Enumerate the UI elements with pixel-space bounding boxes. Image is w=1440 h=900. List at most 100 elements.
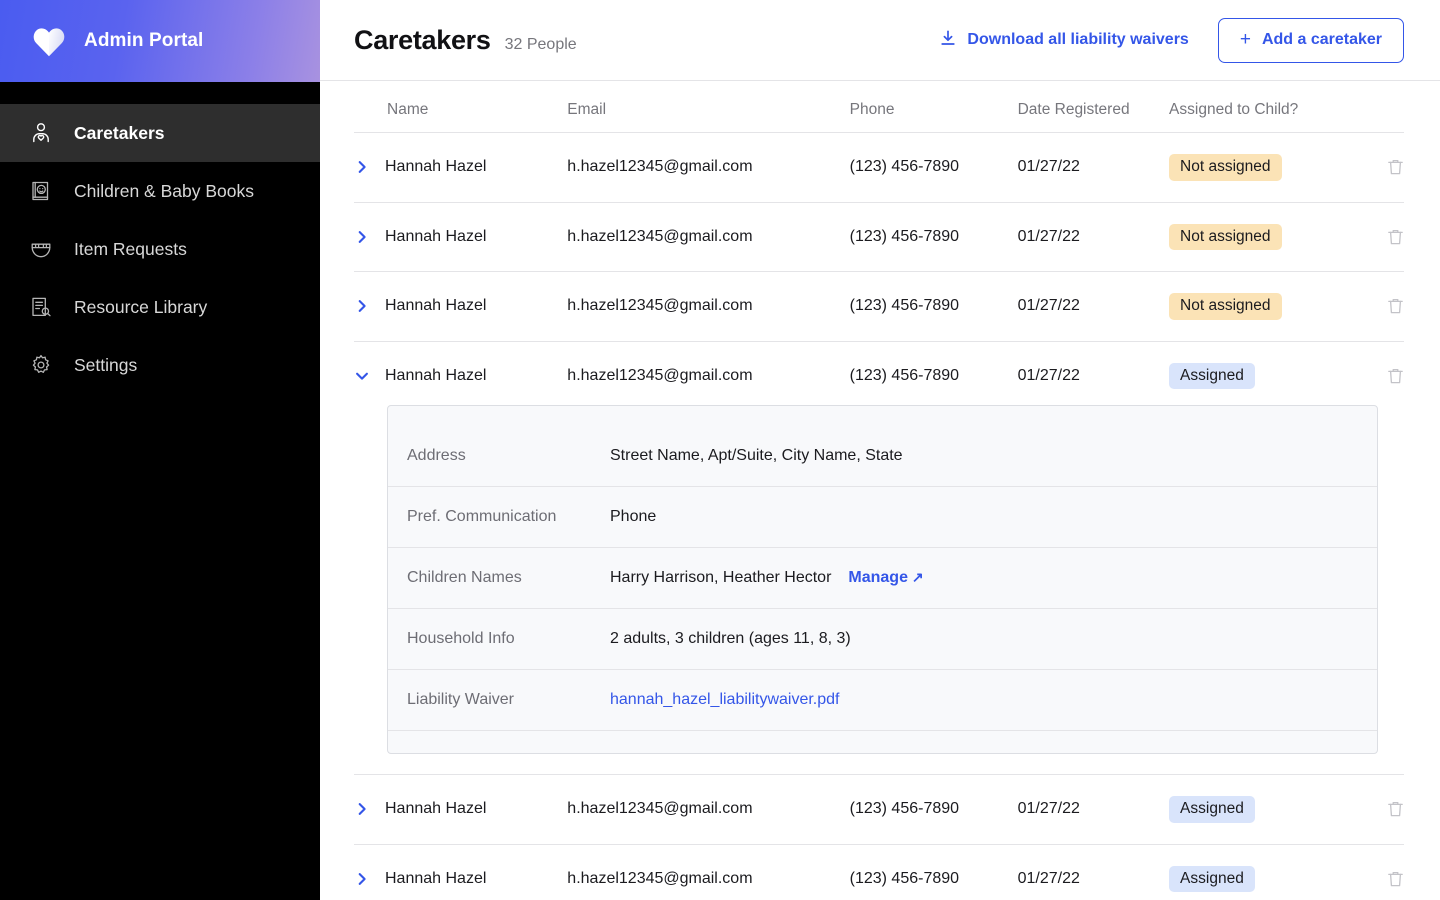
table-row[interactable]: Hannah Hazel h.hazel12345@gmail.com (123) … xyxy=(354,341,1404,405)
app-root: Admin Portal Caretakers Children & Baby … xyxy=(0,0,1440,900)
page-header: Caretakers 32 People Download all liabil… xyxy=(320,0,1440,81)
cell-date-registered: 01/27/22 xyxy=(1017,271,1170,342)
delete-row-button[interactable] xyxy=(1342,297,1404,315)
cell-email: h.hazel12345@gmail.com xyxy=(567,271,850,342)
cell-email: h.hazel12345@gmail.com xyxy=(567,366,753,384)
baby-book-icon xyxy=(28,178,54,204)
manage-label: Manage xyxy=(848,569,908,586)
table-row[interactable]: Hannah Hazel h.hazel12345@gmail.com (123) … xyxy=(354,774,1404,845)
plus-icon: + xyxy=(1239,28,1251,50)
caretaker-name: Hannah Hazel xyxy=(385,227,487,245)
column-header-assigned-to-child: Assigned to Child? xyxy=(1169,81,1343,133)
sidebar-item-item-requests[interactable]: Item Requests xyxy=(0,220,320,278)
detail-value-cell: hannah_hazel_liabilitywaiver.pdf xyxy=(610,669,1377,731)
cell-email: h.hazel12345@gmail.com xyxy=(567,774,850,845)
heart-logo-icon xyxy=(32,25,66,57)
table-row[interactable]: Hannah Hazel h.hazel12345@gmail.com (123) … xyxy=(354,844,1404,900)
cell-date-registered: 01/27/22 xyxy=(1017,132,1170,203)
detail-value-cell: Harry Harrison, Heather Hector Manage ↗ xyxy=(610,547,1377,609)
cell-date-registered: 01/27/22 xyxy=(1017,774,1170,845)
sidebar-item-label: Caretakers xyxy=(74,122,165,143)
detail-cell: Address Street Name, Apt/Suite, City Name… xyxy=(354,405,1404,775)
detail-value: Phone xyxy=(610,508,657,525)
cell-date-registered: 01/27/22 xyxy=(1017,844,1170,900)
sidebar-item-children-baby-books[interactable]: Children & Baby Books xyxy=(0,162,320,220)
cell-actions xyxy=(1342,132,1404,203)
column-header-email: Email xyxy=(567,81,850,133)
chevron-right-icon[interactable] xyxy=(354,801,370,817)
trash-icon xyxy=(1387,158,1404,176)
caretaker-name: Hannah Hazel xyxy=(385,800,487,818)
chevron-right-icon[interactable] xyxy=(354,229,370,245)
table-row[interactable]: Hannah Hazel h.hazel12345@gmail.com (123) … xyxy=(354,202,1404,272)
delete-row-button[interactable] xyxy=(1342,228,1404,246)
trash-icon xyxy=(1387,870,1404,888)
caretaker-detail-row: Address Street Name, Apt/Suite, City Name… xyxy=(354,405,1404,775)
trash-icon xyxy=(1387,800,1404,818)
cell-actions xyxy=(1342,271,1404,342)
manage-children-link[interactable]: Manage ↗ xyxy=(848,569,923,586)
detail-value-cell: 2 adults, 3 children (ages 11, 8, 3) xyxy=(610,608,1377,670)
column-header-date-registered: Date Registered xyxy=(1017,81,1170,133)
cell-actions xyxy=(1342,202,1404,272)
download-waivers-label: Download all liability waivers xyxy=(967,31,1189,48)
cell-email: h.hazel12345@gmail.com xyxy=(567,202,850,272)
sidebar-item-label: Resource Library xyxy=(74,296,208,317)
cell-assigned-status: Assigned xyxy=(1169,774,1343,845)
liability-waiver-link[interactable]: hannah_hazel_liabilitywaiver.pdf xyxy=(610,691,840,708)
cell-name: Hannah Hazel xyxy=(354,844,568,900)
caretakers-table-area: Name Email Phone Date Registered Assigne… xyxy=(320,81,1440,900)
cell-phone: (123) 456-7890 xyxy=(849,844,1018,900)
cell-phone: (123) 456-7890 xyxy=(849,774,1018,845)
detail-field-row: Household Info 2 adults, 3 children (ages… xyxy=(388,608,1377,670)
detail-fields-table: Address Street Name, Apt/Suite, City Name… xyxy=(388,426,1377,731)
gear-icon xyxy=(28,352,54,378)
cell-phone: (123) 456-7890 xyxy=(849,271,1018,342)
sidebar-item-label: Children & Baby Books xyxy=(74,180,254,201)
cell-actions xyxy=(1342,844,1404,900)
status-badge: Not assigned xyxy=(1169,223,1282,250)
detail-value: Street Name, Apt/Suite, City Name, State xyxy=(610,447,903,464)
cell-email: h.hazel12345@gmail.com xyxy=(567,844,850,900)
table-row[interactable]: Hannah Hazel h.hazel12345@gmail.com (123) … xyxy=(354,271,1404,342)
table-row[interactable]: Hannah Hazel h.hazel12345@gmail.com (123) … xyxy=(354,132,1404,203)
detail-value: Harry Harrison, Heather Hector xyxy=(610,569,832,586)
cell-name: Hannah Hazel xyxy=(354,132,568,203)
cell-actions xyxy=(1342,774,1404,845)
chevron-right-icon[interactable] xyxy=(354,159,370,175)
chevron-right-icon[interactable] xyxy=(354,298,370,314)
sidebar-nav: Caretakers Children & Baby Books Item Re… xyxy=(0,82,320,394)
document-search-icon xyxy=(28,294,54,320)
download-waivers-button[interactable]: Download all liability waivers xyxy=(939,29,1189,52)
status-badge: Not assigned xyxy=(1169,154,1282,181)
sidebar-item-resource-library[interactable]: Resource Library xyxy=(0,278,320,336)
delete-row-button[interactable] xyxy=(1342,870,1404,888)
cell-email: h.hazel12345@gmail.com xyxy=(567,132,850,203)
cell-name: Hannah Hazel xyxy=(354,202,568,272)
detail-label: Children Names xyxy=(388,547,610,609)
sidebar-item-caretakers[interactable]: Caretakers xyxy=(0,104,320,162)
add-caretaker-button[interactable]: + Add a caretaker xyxy=(1217,17,1404,63)
cell-actions xyxy=(1342,341,1404,405)
chevron-down-icon[interactable] xyxy=(354,368,370,384)
trash-icon xyxy=(1387,367,1404,385)
delete-row-button[interactable] xyxy=(1342,800,1404,818)
cell-assigned-status: Not assigned xyxy=(1169,202,1343,272)
sidebar-item-settings[interactable]: Settings xyxy=(0,336,320,394)
status-badge: Assigned xyxy=(1169,796,1255,823)
person-heart-icon xyxy=(28,120,54,146)
sidebar: Admin Portal Caretakers Children & Baby … xyxy=(0,0,320,900)
delete-row-button[interactable] xyxy=(1342,158,1404,176)
status-badge: Assigned xyxy=(1169,362,1255,389)
cell-date-registered: 01/27/22 xyxy=(1017,366,1080,384)
detail-label: Address xyxy=(388,426,610,487)
title-group: Caretakers 32 People xyxy=(354,25,577,56)
cell-assigned-status: Not assigned xyxy=(1169,132,1343,203)
delete-row-button[interactable] xyxy=(1342,367,1404,385)
cell-name: Hannah Hazel xyxy=(354,341,567,405)
caretaker-name: Hannah Hazel xyxy=(385,297,487,315)
chevron-right-icon[interactable] xyxy=(354,871,370,887)
trash-icon xyxy=(1387,297,1404,315)
column-header-actions xyxy=(1342,81,1404,133)
cell-date-registered: 01/27/22 xyxy=(1017,202,1170,272)
